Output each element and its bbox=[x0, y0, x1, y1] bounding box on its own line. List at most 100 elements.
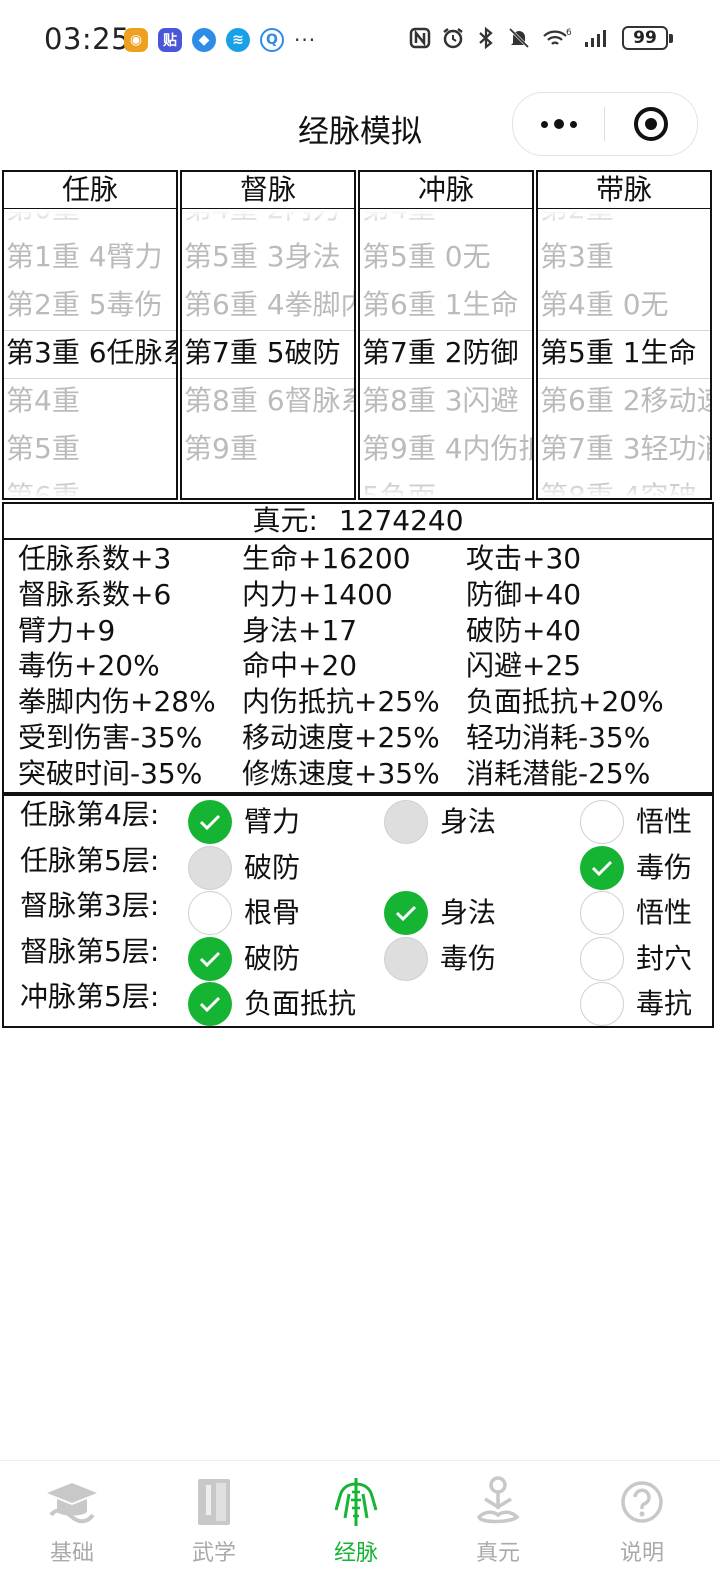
notification-icons: ◉ 贴 ◆ ≋ Q ··· bbox=[124, 28, 316, 52]
picker-wheel[interactable]: 第4重第5重 0无第6重 1生命第7重 2防御第8重 3闪避第9重 4内伤抵抗5… bbox=[360, 210, 532, 498]
stat-value: 内力+1400 bbox=[242, 577, 393, 611]
stat-value: 毒伤+20% bbox=[18, 649, 160, 683]
layer-option[interactable]: 悟性 bbox=[580, 800, 692, 844]
picker-option[interactable]: 第6重 1生命 bbox=[362, 288, 532, 322]
layer-label: 任脉第4层: bbox=[20, 798, 160, 831]
layer-option[interactable]: 破防 bbox=[188, 845, 300, 890]
picker-wheel[interactable]: 第2重第3重第4重 0无第5重 1生命第6重 2移动速度第7重 3轻功消耗第8重… bbox=[538, 210, 710, 498]
picker-option[interactable]: 第9重 4内伤抵抗 bbox=[362, 432, 532, 466]
network-icon: ≋ bbox=[226, 28, 250, 52]
option-label: 身法 bbox=[440, 805, 497, 838]
unchecked-icon[interactable] bbox=[384, 936, 428, 981]
picker-wheel[interactable]: 第4重 2内力第5重 3身法第6重 4拳脚内伤第7重 5破防第8重 6督脉系数第… bbox=[182, 210, 354, 498]
picker-option-selected[interactable]: 第3重 6任脉系数 bbox=[6, 336, 176, 370]
layer-option[interactable]: 负面抵抗 bbox=[188, 982, 356, 1027]
picker-dumai[interactable]: 督脉 第4重 2内力第5重 3身法第6重 4拳脚内伤第7重 5破防第8重 6督脉… bbox=[180, 170, 356, 500]
unchecked-icon[interactable] bbox=[580, 891, 624, 936]
layer-option[interactable]: 身法 bbox=[384, 891, 496, 936]
layer-option[interactable]: 悟性 bbox=[580, 891, 692, 936]
help-circle-icon bbox=[592, 1473, 692, 1531]
picker-option[interactable]: 第1重 4臂力 bbox=[6, 240, 176, 274]
picker-option[interactable]: 第9重 bbox=[184, 432, 354, 466]
layer-option[interactable]: 根骨 bbox=[188, 891, 300, 936]
picker-option[interactable]: 第8重 3闪避 bbox=[362, 384, 532, 418]
dot-icon bbox=[540, 120, 548, 128]
picker-option[interactable]: 第2重 5毒伤 bbox=[6, 288, 176, 322]
app-header: 经脉模拟 bbox=[0, 82, 720, 164]
picker-option[interactable]: 第7重 3轻功消耗 bbox=[540, 432, 710, 466]
more-options-button[interactable] bbox=[513, 119, 604, 129]
bluetooth-icon bbox=[474, 26, 498, 50]
stat-value: 督脉系数+6 bbox=[18, 577, 172, 611]
layer-option[interactable]: 封穴 bbox=[580, 936, 692, 981]
checked-icon[interactable] bbox=[580, 845, 624, 890]
picker-option[interactable]: 第5重 3身法 bbox=[184, 240, 354, 274]
layer-option[interactable]: 毒伤 bbox=[580, 845, 692, 890]
picker-option[interactable]: 第5重 0无 bbox=[362, 240, 532, 274]
checked-icon[interactable] bbox=[384, 891, 428, 936]
picker-option-selected[interactable]: 第7重 5破防 bbox=[184, 336, 354, 370]
checked-icon[interactable] bbox=[188, 936, 232, 981]
tab-martial-arts[interactable]: 武学 bbox=[164, 1473, 264, 1567]
search-app-icon: Q bbox=[260, 28, 284, 52]
picker-chongmai[interactable]: 冲脉 第4重第5重 0无第6重 1生命第7重 2防御第8重 3闪避第9重 4内伤… bbox=[358, 170, 534, 500]
graduation-cap-icon bbox=[22, 1473, 122, 1531]
alarm-icon bbox=[441, 26, 465, 50]
picker-wheel[interactable]: 第0重第1重 4臂力第2重 5毒伤第3重 6任脉系数第4重第5重第6重 bbox=[4, 210, 176, 498]
stat-value: 修炼速度+35% bbox=[242, 756, 440, 790]
picker-renmai[interactable]: 任脉 第0重第1重 4臂力第2重 5毒伤第3重 6任脉系数第4重第5重第6重 bbox=[2, 170, 178, 500]
stat-value: 突破时间-35% bbox=[18, 756, 203, 790]
tab-zhenyuan[interactable]: 真元 bbox=[448, 1473, 548, 1567]
picker-option-selected[interactable]: 第7重 2防御 bbox=[362, 336, 532, 370]
unchecked-icon[interactable] bbox=[580, 800, 624, 844]
unchecked-icon[interactable] bbox=[384, 800, 428, 844]
layer-option[interactable]: 臂力 bbox=[188, 800, 300, 844]
stat-value: 消耗潜能-25% bbox=[466, 756, 651, 790]
picker-title: 冲脉 bbox=[360, 172, 532, 209]
dot-icon bbox=[569, 120, 577, 128]
tab-meridians[interactable]: 经脉 bbox=[306, 1473, 406, 1567]
battery-indicator: 99 bbox=[622, 26, 673, 50]
picker-option[interactable]: 第6重 4拳脚内伤 bbox=[184, 288, 354, 322]
picker-option[interactable]: 第4重 0无 bbox=[540, 288, 710, 322]
layer-label: 冲脉第5层: bbox=[20, 980, 160, 1014]
meridian-pickers: 任脉 第0重第1重 4臂力第2重 5毒伤第3重 6任脉系数第4重第5重第6重 督… bbox=[2, 170, 714, 500]
picker-option[interactable]: 第6重 2移动速度 bbox=[540, 384, 710, 418]
layer-options-panel: 任脉第4层: 臂力 身法 悟性 任脉第5层: 破防 毒伤 督脉第3层: 根骨 身法 悟性 督脉第5层:… bbox=[2, 794, 714, 1028]
stat-value: 攻击+30 bbox=[466, 542, 582, 575]
picker-option[interactable]: 第8重 6督脉系数 bbox=[184, 384, 354, 418]
tab-label: 真元 bbox=[475, 1541, 520, 1566]
zhenyuan-total: 真元: 1274240 bbox=[4, 504, 712, 540]
unchecked-icon[interactable] bbox=[580, 936, 624, 981]
stat-value: 受到伤害-35% bbox=[18, 721, 203, 754]
stat-value: 移动速度+25% bbox=[242, 721, 440, 754]
more-notifications-icon: ··· bbox=[294, 28, 317, 52]
picker-daimai[interactable]: 带脉 第2重第3重第4重 0无第5重 1生命第6重 2移动速度第7重 3轻功消耗… bbox=[536, 170, 712, 500]
unchecked-icon[interactable] bbox=[188, 845, 232, 890]
zhenyuan-label: 真元: bbox=[252, 504, 318, 537]
unchecked-icon[interactable] bbox=[188, 891, 232, 936]
checked-icon[interactable] bbox=[188, 800, 232, 844]
stat-value: 负面抵抗+20% bbox=[466, 685, 664, 719]
picker-option[interactable]: 第4重 bbox=[6, 384, 176, 418]
tab-label: 基础 bbox=[49, 1541, 94, 1566]
picker-option[interactable]: 第3重 bbox=[540, 240, 710, 274]
layer-option[interactable]: 身法 bbox=[384, 800, 496, 844]
stat-value: 臂力+9 bbox=[18, 613, 116, 647]
close-miniprogram-button[interactable] bbox=[605, 107, 696, 141]
picker-option-selected[interactable]: 第5重 1生命 bbox=[540, 336, 710, 370]
checked-icon[interactable] bbox=[188, 982, 232, 1027]
book-icon bbox=[164, 1473, 264, 1531]
picker-title: 任脉 bbox=[4, 172, 176, 209]
stat-value: 轻功消耗-35% bbox=[466, 721, 651, 754]
picker-option[interactable]: 第5重 bbox=[6, 432, 176, 466]
layer-option[interactable]: 破防 bbox=[188, 936, 300, 981]
layer-option[interactable]: 毒抗 bbox=[580, 982, 692, 1027]
tab-help[interactable]: 说明 bbox=[592, 1473, 692, 1567]
unchecked-icon[interactable] bbox=[580, 982, 624, 1027]
target-icon bbox=[633, 107, 668, 141]
layer-option[interactable]: 毒伤 bbox=[384, 936, 496, 981]
mute-icon bbox=[507, 26, 531, 50]
tab-label: 经脉 bbox=[333, 1541, 378, 1566]
tab-basics[interactable]: 基础 bbox=[22, 1473, 122, 1567]
